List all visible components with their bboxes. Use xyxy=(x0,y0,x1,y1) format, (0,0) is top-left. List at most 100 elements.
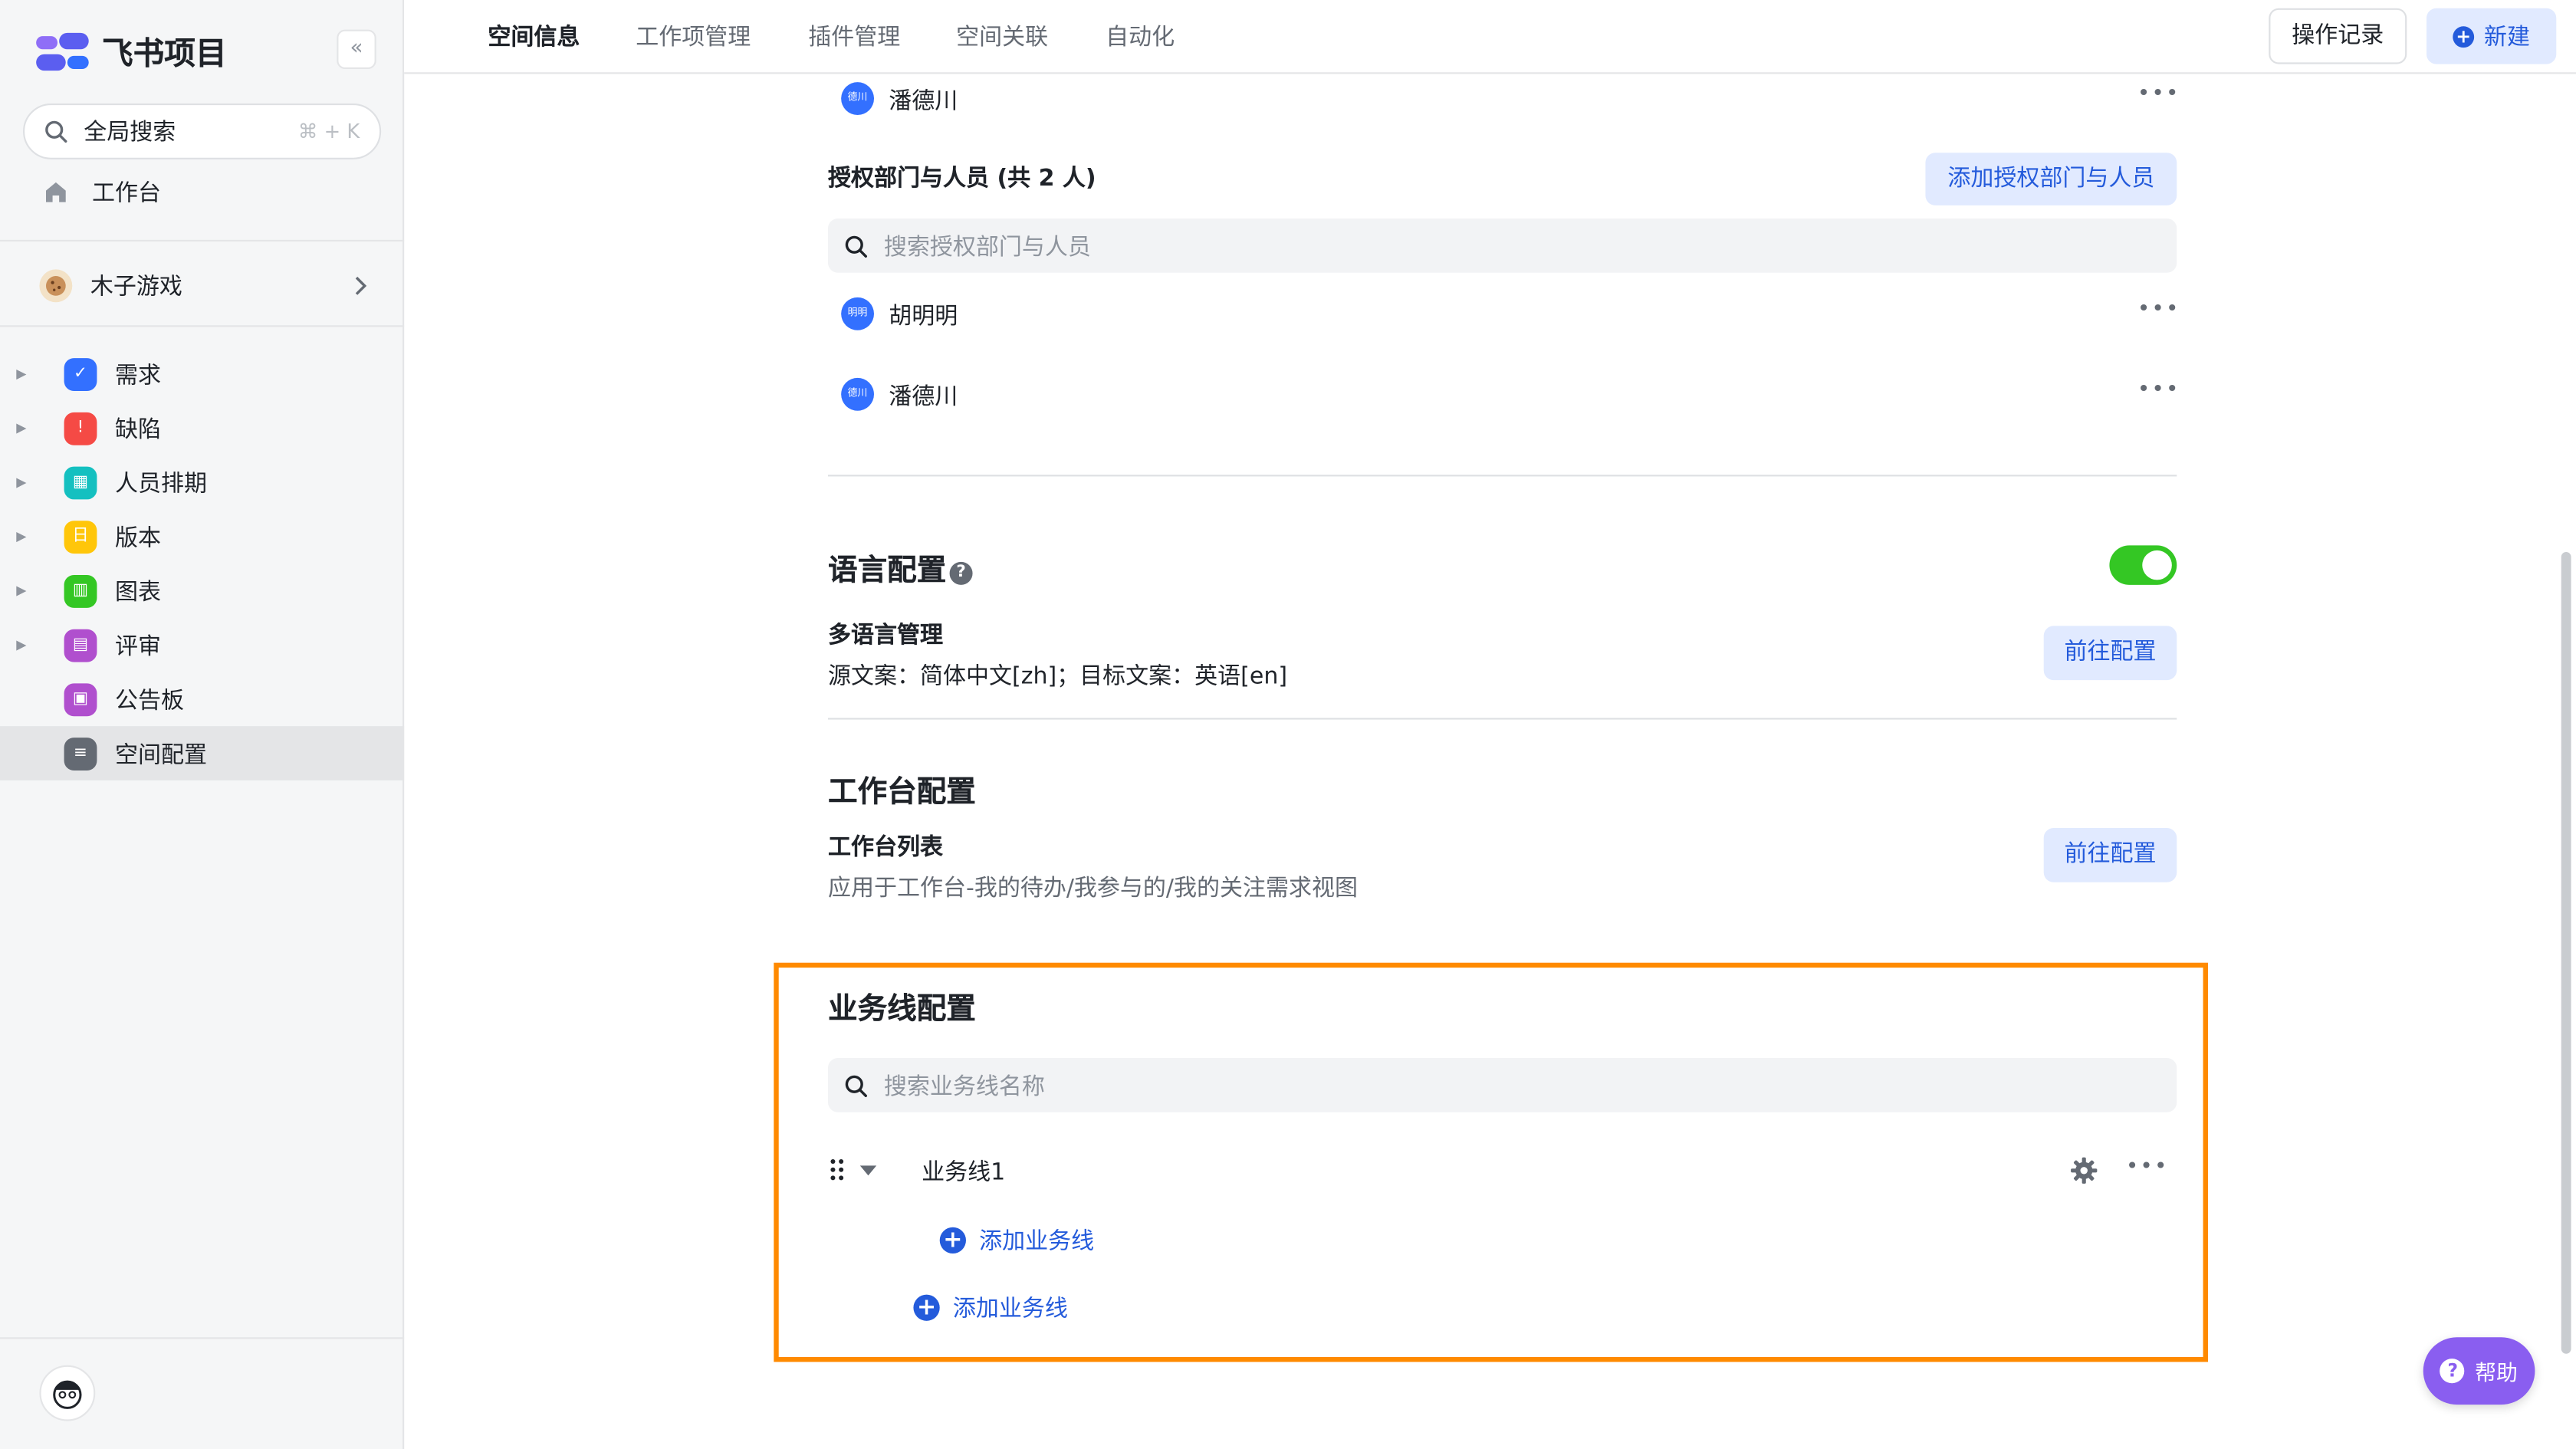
home-label: 工作台 xyxy=(92,180,161,207)
space-name: 木子游戏 xyxy=(90,274,182,301)
sidebar-item-label: 评审 xyxy=(115,633,161,660)
sidebar-item-chart[interactable]: ▶ ▥ 图表 xyxy=(0,564,404,618)
chevron-right-icon xyxy=(355,276,367,295)
collapse-sidebar-icon[interactable]: « xyxy=(337,29,376,69)
add-child-business-line-button[interactable]: + 添加业务线 xyxy=(939,1224,1095,1257)
help-button[interactable]: ? 帮助 xyxy=(2423,1337,2535,1405)
sidebar-item-requirement[interactable]: ▶ ✓ 需求 xyxy=(0,347,404,401)
member-name: 潘德川 xyxy=(889,88,958,115)
workbench-section-title: 工作台配置 xyxy=(828,775,976,810)
user-face-icon xyxy=(53,1380,82,1409)
alert-circle-icon: ! xyxy=(64,411,97,445)
more-icon[interactable]: ••• xyxy=(2137,378,2180,402)
sidebar-item-label: 需求 xyxy=(115,362,161,389)
plus-circle-icon: + xyxy=(913,1294,940,1321)
add-authorized-button[interactable]: 添加授权部门与人员 xyxy=(1925,153,2177,205)
avatar: 明明 xyxy=(841,297,874,330)
search-shortcut: ⌘ + K xyxy=(297,120,360,143)
expand-arrow-icon[interactable]: ▶ xyxy=(0,637,39,652)
feishu-project-logo-icon xyxy=(36,31,89,71)
sidebar-item-label: 版本 xyxy=(115,524,161,551)
caret-down-icon[interactable] xyxy=(859,1165,878,1176)
add-business-line-button[interactable]: + 添加业务线 xyxy=(913,1291,1068,1324)
language-toggle[interactable] xyxy=(2109,545,2177,585)
global-search-input[interactable]: 全局搜索 ⌘ + K xyxy=(23,104,382,159)
tab-space-info[interactable]: 空间信息 xyxy=(488,20,580,53)
expand-arrow-icon[interactable]: ▶ xyxy=(0,583,39,598)
more-icon[interactable]: ••• xyxy=(2126,1155,2169,1179)
plus-circle-icon: + xyxy=(939,1227,966,1254)
cookie-icon xyxy=(46,276,66,296)
sidebar-item-schedule[interactable]: ▶ ▦ 人员排期 xyxy=(0,455,404,510)
drag-handle-icon[interactable] xyxy=(830,1158,846,1181)
language-desc: 源文案：简体中文[zh]；目标文案：英语[en] xyxy=(828,663,1288,690)
search-placeholder: 搜索业务线名称 xyxy=(883,1073,1045,1100)
expand-arrow-icon[interactable]: ▶ xyxy=(0,421,39,435)
more-icon[interactable]: ••• xyxy=(2137,297,2180,322)
scrollbar[interactable] xyxy=(2561,552,2571,1354)
search-icon xyxy=(45,120,67,143)
business-line-name: 业务线1 xyxy=(922,1159,1006,1187)
expand-arrow-icon[interactable]: ▶ xyxy=(0,475,39,489)
tab-work-items[interactable]: 工作项管理 xyxy=(636,20,751,53)
language-configure-button[interactable]: 前往配置 xyxy=(2043,626,2177,681)
sidebar-item-label: 公告板 xyxy=(115,687,184,715)
authorized-search-input[interactable]: 搜索授权部门与人员 xyxy=(828,219,2177,273)
language-section-title: 语言配置? xyxy=(828,547,973,590)
expand-arrow-icon[interactable]: ▶ xyxy=(0,366,39,381)
tab-automation[interactable]: 自动化 xyxy=(1106,20,1175,53)
language-title-text: 语言配置 xyxy=(828,554,947,589)
top-tab-bar: 空间信息 工作项管理 插件管理 空间关联 自动化 xyxy=(404,0,2576,74)
user-avatar[interactable] xyxy=(39,1365,96,1421)
add-root-label: 添加业务线 xyxy=(952,1296,1068,1322)
version-icon: 日 xyxy=(64,520,97,554)
toggle-knob xyxy=(2142,550,2172,580)
question-icon: ? xyxy=(2440,1359,2466,1384)
tab-space-link[interactable]: 空间关联 xyxy=(956,20,1048,53)
avatar: 德川 xyxy=(841,82,874,115)
sidebar-item-review[interactable]: ▶ ▤ 评审 xyxy=(0,618,404,672)
settings-list-icon: ≡ xyxy=(64,737,97,770)
authorized-title: 授权部门与人员 (共 2 人) xyxy=(828,166,1096,192)
sidebar-item-label: 人员排期 xyxy=(115,470,207,498)
divider xyxy=(0,239,405,242)
review-icon: ▤ xyxy=(64,628,97,662)
workbench-desc: 应用于工作台-我的待办/我参与的/我的关注需求视图 xyxy=(828,876,1359,902)
add-child-label: 添加业务线 xyxy=(979,1228,1095,1256)
bulletin-icon: ▣ xyxy=(64,682,97,716)
help-question-icon[interactable]: ? xyxy=(949,561,973,585)
sidebar-item-bulletin[interactable]: ▣ 公告板 xyxy=(0,672,404,726)
more-icon[interactable]: ••• xyxy=(2137,82,2180,107)
business-search-input[interactable]: 搜索业务线名称 xyxy=(828,1058,2177,1112)
tab-plugins[interactable]: 插件管理 xyxy=(808,20,900,53)
new-button-label: 新建 xyxy=(2484,25,2530,51)
app-title: 飞书项目 xyxy=(101,36,227,73)
search-icon xyxy=(845,235,868,257)
space-switcher[interactable]: 木子游戏 xyxy=(39,264,368,307)
divider xyxy=(0,1337,405,1339)
language-sub-title: 多语言管理 xyxy=(828,623,943,649)
sidebar-item-label: 图表 xyxy=(115,579,161,606)
app-logo[interactable]: 飞书项目 xyxy=(36,30,227,74)
workbench-configure-button[interactable]: 前往配置 xyxy=(2043,828,2177,882)
help-label: 帮助 xyxy=(2475,1362,2518,1387)
divider xyxy=(828,475,2177,477)
sidebar-item-defect[interactable]: ▶ ! 缺陷 xyxy=(0,401,404,455)
calendar-icon: ▦ xyxy=(64,465,97,499)
expand-arrow-icon[interactable]: ▶ xyxy=(0,529,39,544)
gear-icon[interactable] xyxy=(2070,1157,2098,1184)
operation-log-button[interactable]: 操作记录 xyxy=(2269,8,2407,64)
search-label: 全局搜索 xyxy=(84,120,176,146)
search-placeholder: 搜索授权部门与人员 xyxy=(883,234,1091,261)
divider xyxy=(828,718,2177,720)
sidebar-item-version[interactable]: ▶ 日 版本 xyxy=(0,509,404,564)
new-button[interactable]: + 新建 xyxy=(2426,8,2557,64)
sidebar-item-space-settings[interactable]: ≡ 空间配置 xyxy=(0,726,405,780)
bar-chart-icon: ▥ xyxy=(64,573,97,607)
workbench-sub-title: 工作台列表 xyxy=(828,834,943,861)
sidebar-item-home[interactable]: 工作台 xyxy=(43,171,161,214)
member-name: 潘德川 xyxy=(889,384,958,411)
member-name: 胡明明 xyxy=(889,304,958,330)
home-icon xyxy=(46,182,66,202)
space-avatar xyxy=(39,269,73,303)
